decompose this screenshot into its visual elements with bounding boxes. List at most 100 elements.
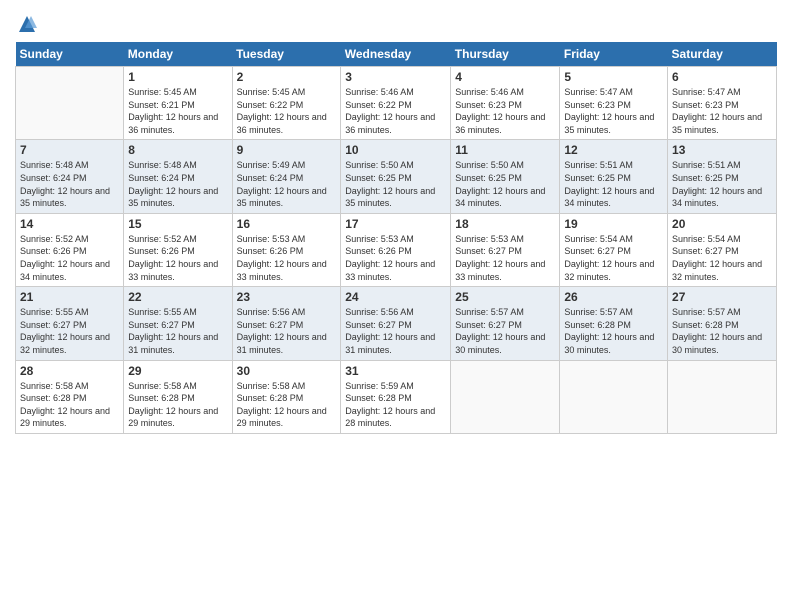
calendar-table: SundayMondayTuesdayWednesdayThursdayFrid… — [15, 42, 777, 434]
day-info: Sunrise: 5:49 AMSunset: 6:24 PMDaylight:… — [237, 160, 327, 208]
day-info: Sunrise: 5:55 AMSunset: 6:27 PMDaylight:… — [20, 307, 110, 355]
calendar-cell: 5 Sunrise: 5:47 AMSunset: 6:23 PMDayligh… — [560, 67, 668, 140]
day-number: 25 — [455, 290, 555, 304]
calendar-cell: 1 Sunrise: 5:45 AMSunset: 6:21 PMDayligh… — [124, 67, 232, 140]
page-container: SundayMondayTuesdayWednesdayThursdayFrid… — [0, 0, 792, 439]
calendar-cell — [16, 67, 124, 140]
day-info: Sunrise: 5:58 AMSunset: 6:28 PMDaylight:… — [128, 381, 218, 429]
logo — [15, 10, 37, 34]
day-info: Sunrise: 5:54 AMSunset: 6:27 PMDaylight:… — [564, 234, 654, 282]
day-info: Sunrise: 5:50 AMSunset: 6:25 PMDaylight:… — [455, 160, 545, 208]
day-info: Sunrise: 5:50 AMSunset: 6:25 PMDaylight:… — [345, 160, 435, 208]
calendar-cell — [668, 360, 777, 433]
day-number: 31 — [345, 364, 446, 378]
day-number: 15 — [128, 217, 227, 231]
day-info: Sunrise: 5:56 AMSunset: 6:27 PMDaylight:… — [237, 307, 327, 355]
day-info: Sunrise: 5:58 AMSunset: 6:28 PMDaylight:… — [237, 381, 327, 429]
day-info: Sunrise: 5:46 AMSunset: 6:22 PMDaylight:… — [345, 87, 435, 135]
day-number: 5 — [564, 70, 663, 84]
calendar-cell: 26 Sunrise: 5:57 AMSunset: 6:28 PMDaylig… — [560, 287, 668, 360]
day-info: Sunrise: 5:47 AMSunset: 6:23 PMDaylight:… — [672, 87, 762, 135]
calendar-header-row: SundayMondayTuesdayWednesdayThursdayFrid… — [16, 42, 777, 67]
day-number: 23 — [237, 290, 337, 304]
calendar-cell: 20 Sunrise: 5:54 AMSunset: 6:27 PMDaylig… — [668, 213, 777, 286]
header — [15, 10, 777, 34]
day-number: 29 — [128, 364, 227, 378]
day-number: 12 — [564, 143, 663, 157]
day-number: 18 — [455, 217, 555, 231]
day-number: 9 — [237, 143, 337, 157]
day-number: 13 — [672, 143, 772, 157]
calendar-cell: 10 Sunrise: 5:50 AMSunset: 6:25 PMDaylig… — [341, 140, 451, 213]
calendar-week-row: 14 Sunrise: 5:52 AMSunset: 6:26 PMDaylig… — [16, 213, 777, 286]
calendar-cell: 22 Sunrise: 5:55 AMSunset: 6:27 PMDaylig… — [124, 287, 232, 360]
day-info: Sunrise: 5:53 AMSunset: 6:27 PMDaylight:… — [455, 234, 545, 282]
calendar-day-header: Wednesday — [341, 42, 451, 67]
day-info: Sunrise: 5:54 AMSunset: 6:27 PMDaylight:… — [672, 234, 762, 282]
day-number: 16 — [237, 217, 337, 231]
calendar-day-header: Sunday — [16, 42, 124, 67]
calendar-cell: 4 Sunrise: 5:46 AMSunset: 6:23 PMDayligh… — [451, 67, 560, 140]
calendar-cell: 25 Sunrise: 5:57 AMSunset: 6:27 PMDaylig… — [451, 287, 560, 360]
day-info: Sunrise: 5:57 AMSunset: 6:27 PMDaylight:… — [455, 307, 545, 355]
day-number: 11 — [455, 143, 555, 157]
day-number: 27 — [672, 290, 772, 304]
day-info: Sunrise: 5:55 AMSunset: 6:27 PMDaylight:… — [128, 307, 218, 355]
calendar-cell: 6 Sunrise: 5:47 AMSunset: 6:23 PMDayligh… — [668, 67, 777, 140]
calendar-cell: 24 Sunrise: 5:56 AMSunset: 6:27 PMDaylig… — [341, 287, 451, 360]
day-info: Sunrise: 5:45 AMSunset: 6:22 PMDaylight:… — [237, 87, 327, 135]
calendar-cell: 31 Sunrise: 5:59 AMSunset: 6:28 PMDaylig… — [341, 360, 451, 433]
logo-icon — [17, 14, 37, 34]
calendar-cell: 11 Sunrise: 5:50 AMSunset: 6:25 PMDaylig… — [451, 140, 560, 213]
day-info: Sunrise: 5:51 AMSunset: 6:25 PMDaylight:… — [564, 160, 654, 208]
calendar-day-header: Thursday — [451, 42, 560, 67]
calendar-cell: 18 Sunrise: 5:53 AMSunset: 6:27 PMDaylig… — [451, 213, 560, 286]
day-info: Sunrise: 5:46 AMSunset: 6:23 PMDaylight:… — [455, 87, 545, 135]
day-info: Sunrise: 5:53 AMSunset: 6:26 PMDaylight:… — [237, 234, 327, 282]
day-number: 20 — [672, 217, 772, 231]
day-info: Sunrise: 5:56 AMSunset: 6:27 PMDaylight:… — [345, 307, 435, 355]
day-number: 8 — [128, 143, 227, 157]
day-info: Sunrise: 5:52 AMSunset: 6:26 PMDaylight:… — [20, 234, 110, 282]
calendar-week-row: 28 Sunrise: 5:58 AMSunset: 6:28 PMDaylig… — [16, 360, 777, 433]
day-info: Sunrise: 5:52 AMSunset: 6:26 PMDaylight:… — [128, 234, 218, 282]
calendar-cell: 14 Sunrise: 5:52 AMSunset: 6:26 PMDaylig… — [16, 213, 124, 286]
day-info: Sunrise: 5:58 AMSunset: 6:28 PMDaylight:… — [20, 381, 110, 429]
calendar-cell: 9 Sunrise: 5:49 AMSunset: 6:24 PMDayligh… — [232, 140, 341, 213]
day-number: 19 — [564, 217, 663, 231]
calendar-day-header: Friday — [560, 42, 668, 67]
calendar-day-header: Monday — [124, 42, 232, 67]
day-number: 4 — [455, 70, 555, 84]
day-info: Sunrise: 5:48 AMSunset: 6:24 PMDaylight:… — [128, 160, 218, 208]
day-info: Sunrise: 5:57 AMSunset: 6:28 PMDaylight:… — [564, 307, 654, 355]
day-info: Sunrise: 5:47 AMSunset: 6:23 PMDaylight:… — [564, 87, 654, 135]
day-info: Sunrise: 5:57 AMSunset: 6:28 PMDaylight:… — [672, 307, 762, 355]
day-number: 2 — [237, 70, 337, 84]
calendar-week-row: 21 Sunrise: 5:55 AMSunset: 6:27 PMDaylig… — [16, 287, 777, 360]
day-number: 6 — [672, 70, 772, 84]
calendar-cell: 12 Sunrise: 5:51 AMSunset: 6:25 PMDaylig… — [560, 140, 668, 213]
calendar-cell: 28 Sunrise: 5:58 AMSunset: 6:28 PMDaylig… — [16, 360, 124, 433]
calendar-cell: 3 Sunrise: 5:46 AMSunset: 6:22 PMDayligh… — [341, 67, 451, 140]
day-number: 17 — [345, 217, 446, 231]
calendar-week-row: 7 Sunrise: 5:48 AMSunset: 6:24 PMDayligh… — [16, 140, 777, 213]
day-number: 30 — [237, 364, 337, 378]
day-number: 3 — [345, 70, 446, 84]
day-info: Sunrise: 5:48 AMSunset: 6:24 PMDaylight:… — [20, 160, 110, 208]
day-info: Sunrise: 5:59 AMSunset: 6:28 PMDaylight:… — [345, 381, 435, 429]
calendar-day-header: Saturday — [668, 42, 777, 67]
calendar-cell: 30 Sunrise: 5:58 AMSunset: 6:28 PMDaylig… — [232, 360, 341, 433]
day-number: 10 — [345, 143, 446, 157]
calendar-cell: 21 Sunrise: 5:55 AMSunset: 6:27 PMDaylig… — [16, 287, 124, 360]
day-info: Sunrise: 5:45 AMSunset: 6:21 PMDaylight:… — [128, 87, 218, 135]
day-number: 7 — [20, 143, 119, 157]
day-info: Sunrise: 5:51 AMSunset: 6:25 PMDaylight:… — [672, 160, 762, 208]
calendar-cell: 23 Sunrise: 5:56 AMSunset: 6:27 PMDaylig… — [232, 287, 341, 360]
calendar-cell: 27 Sunrise: 5:57 AMSunset: 6:28 PMDaylig… — [668, 287, 777, 360]
calendar-cell: 15 Sunrise: 5:52 AMSunset: 6:26 PMDaylig… — [124, 213, 232, 286]
calendar-cell: 29 Sunrise: 5:58 AMSunset: 6:28 PMDaylig… — [124, 360, 232, 433]
calendar-cell: 8 Sunrise: 5:48 AMSunset: 6:24 PMDayligh… — [124, 140, 232, 213]
calendar-cell: 7 Sunrise: 5:48 AMSunset: 6:24 PMDayligh… — [16, 140, 124, 213]
calendar-cell: 13 Sunrise: 5:51 AMSunset: 6:25 PMDaylig… — [668, 140, 777, 213]
day-number: 21 — [20, 290, 119, 304]
